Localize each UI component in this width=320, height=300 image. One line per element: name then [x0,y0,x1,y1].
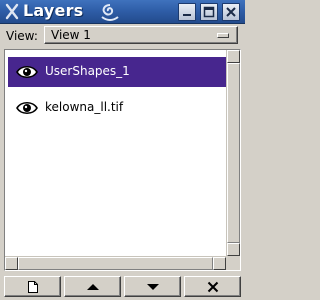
layer-name: UserShapes_1 [45,64,130,78]
minimize-button[interactable] [178,3,196,21]
layer-row-selected[interactable]: UserShapes_1 [8,57,226,87]
scroll-up-button[interactable] [227,50,240,63]
maximize-button[interactable] [200,3,218,21]
vertical-scrollbar[interactable] [226,50,240,256]
new-layer-icon [27,280,38,293]
layer-name: kelowna_ll.tif [45,100,124,114]
scroll-left-button[interactable] [5,257,18,270]
move-up-icon [86,283,99,290]
delete-icon [207,281,218,292]
layers-list-viewport: UserShapes_1 kelowna_ll.tif [6,51,226,256]
new-layer-button[interactable] [4,276,61,297]
horizontal-scroll-thumb[interactable] [18,257,213,270]
view-select-value: View 1 [51,28,91,42]
close-button[interactable] [222,3,240,21]
scroll-right-button[interactable] [213,257,226,270]
move-down-icon [146,283,159,290]
move-down-button[interactable] [124,276,181,297]
swirl-logo-icon [101,4,119,21]
horizontal-scrollbar[interactable] [5,256,226,270]
move-up-button[interactable] [64,276,121,297]
eye-icon[interactable] [16,100,38,116]
layers-list: UserShapes_1 kelowna_ll.tif [4,49,241,271]
view-label: View: [6,29,38,43]
scrollbar-corner [226,256,240,270]
window-title: Layers [23,1,84,20]
vertical-scroll-thumb[interactable] [227,63,240,243]
eye-icon[interactable] [16,64,38,80]
maximize-icon [203,6,215,18]
app-x-icon [5,3,19,20]
minimize-icon [183,14,191,16]
view-select[interactable]: View 1 [44,26,238,44]
option-menu-indicator-icon [217,33,229,38]
scroll-down-button[interactable] [227,243,240,256]
layers-toolbar [4,276,241,297]
title-bar[interactable]: Layers [0,0,245,24]
close-icon [226,7,236,17]
layer-row[interactable]: kelowna_ll.tif [8,93,226,123]
delete-layer-button[interactable] [184,276,241,297]
